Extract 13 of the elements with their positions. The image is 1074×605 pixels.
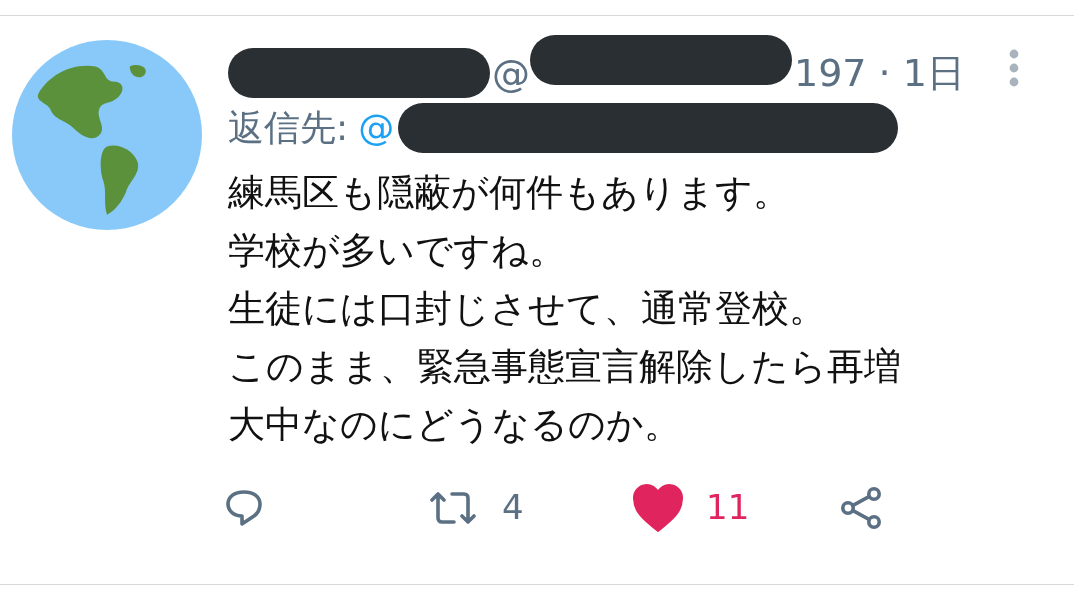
action-count: 4: [502, 486, 524, 529]
user-handle[interactable]: @: [492, 54, 530, 92]
reply-to-handle[interactable]: @: [358, 110, 395, 146]
reply-to-label: 返信先:: [228, 110, 349, 146]
tweet-text-line: 生徒には口封じさせて、通常登校。: [228, 286, 826, 332]
handle-and-time: 197 · 1日: [794, 54, 965, 92]
tweet-text-line: このまま、緊急事態宣言解除したら再増: [228, 344, 901, 390]
heart-icon[interactable]: [632, 483, 684, 532]
action-count: 11: [706, 486, 750, 529]
tweet-text-line: 大中なのにどうなるのか。: [228, 402, 681, 448]
globe-avatar[interactable]: [12, 40, 202, 230]
tweet-text-line: 学校が多いですね。: [228, 228, 566, 274]
tweet-text-line: 練馬区も隠蔽が何件もあります。: [228, 170, 790, 216]
